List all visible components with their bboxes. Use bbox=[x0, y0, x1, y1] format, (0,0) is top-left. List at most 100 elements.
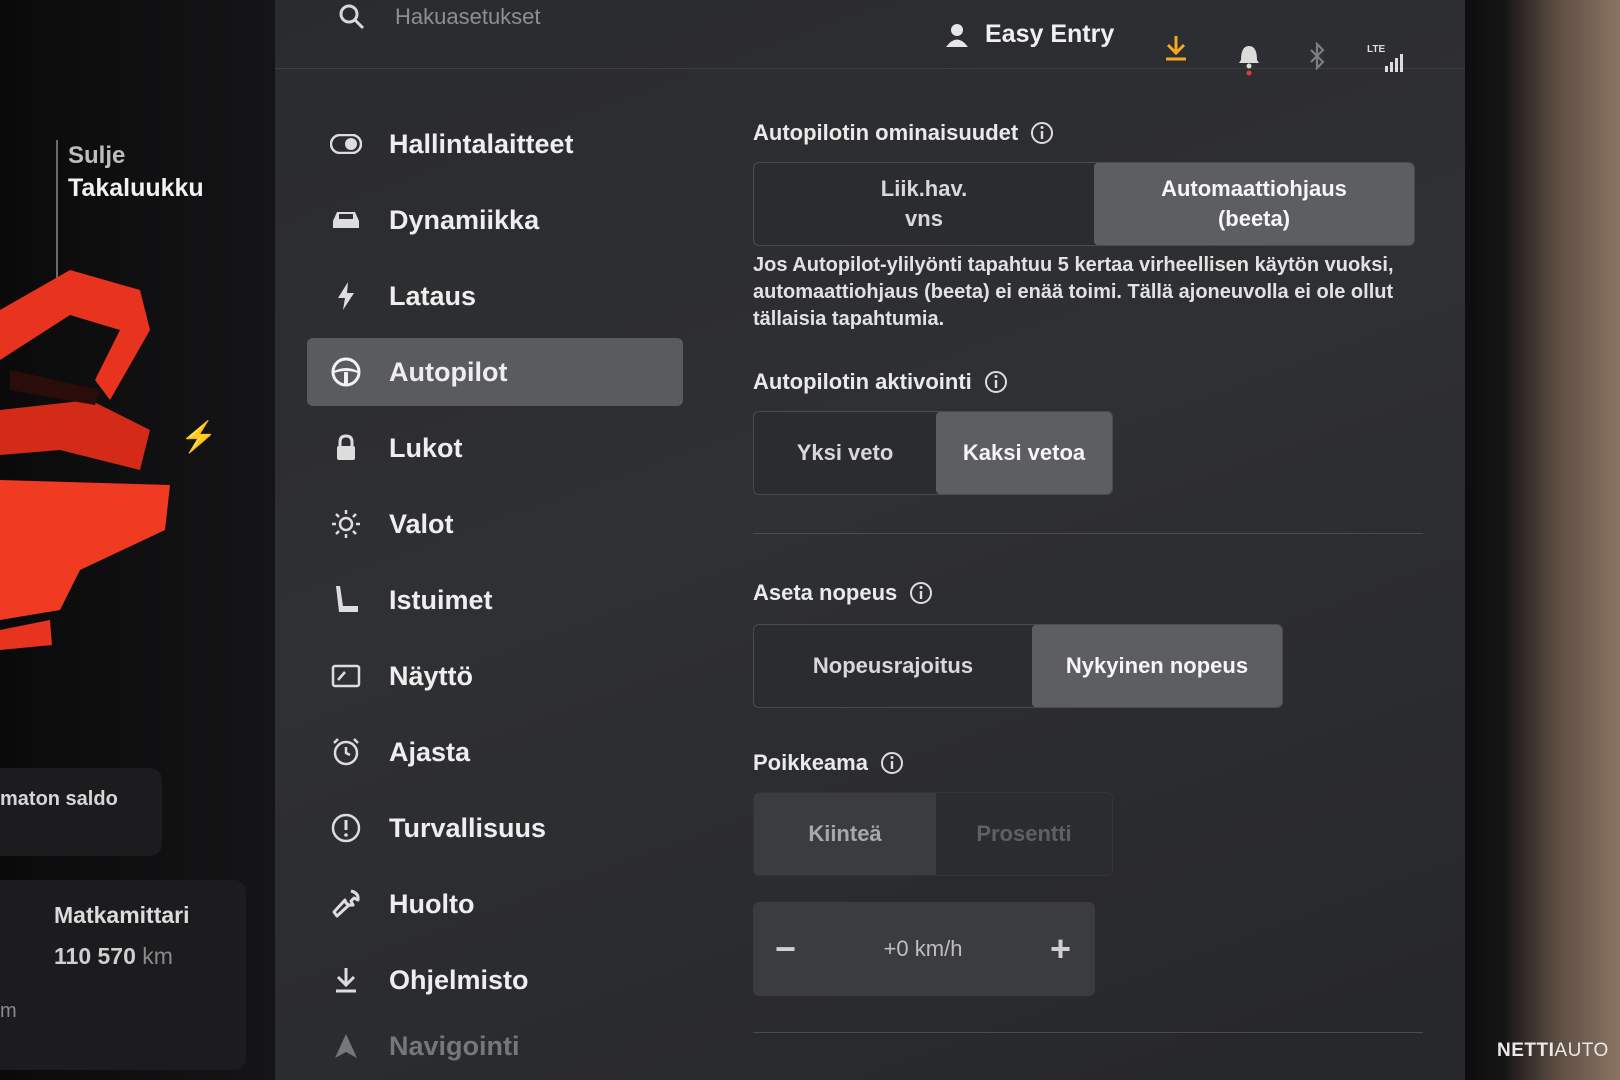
alarm-clock-icon bbox=[329, 735, 363, 769]
odometer-title: Matkamittari bbox=[54, 902, 190, 928]
sidebar-item-schedule[interactable]: Ajasta bbox=[307, 714, 687, 790]
sidebar-item-label: Ohjelmisto bbox=[389, 964, 529, 995]
watermark-logo: NETTIAUTO bbox=[1497, 1040, 1609, 1062]
offset-title: Poikkeama bbox=[753, 750, 868, 775]
search-icon[interactable] bbox=[337, 2, 367, 32]
search-input[interactable]: Hakuasetukset bbox=[395, 4, 541, 30]
display-icon bbox=[329, 659, 363, 693]
set-speed-title: Aseta nopeus bbox=[753, 580, 898, 605]
trip-unit-fragment: m bbox=[0, 1000, 17, 1022]
close-trunk-button[interactable]: Sulje Takaluukku bbox=[68, 140, 204, 204]
car-icon bbox=[329, 203, 363, 237]
percent-offset-option[interactable]: Prosentti bbox=[936, 793, 1112, 875]
alert-circle-icon bbox=[329, 811, 363, 845]
activation-title: Autopilotin aktivointi bbox=[753, 369, 972, 394]
info-icon[interactable] bbox=[909, 581, 933, 605]
option-label: vns bbox=[905, 206, 943, 231]
offset-stepper: − +0 km/h + bbox=[753, 902, 1095, 996]
sidebar-item-display[interactable]: Näyttö bbox=[307, 638, 687, 714]
sidebar-item-label: Turvallisuus bbox=[389, 812, 547, 843]
sidebar-item-charging[interactable]: Lataus bbox=[307, 258, 687, 334]
info-icon[interactable] bbox=[880, 751, 904, 775]
set-speed-section-title: Aseta nopeus bbox=[753, 580, 1453, 606]
increase-offset-button[interactable]: + bbox=[1050, 928, 1071, 970]
option-label: (beeta) bbox=[1217, 206, 1291, 231]
odometer-unit: km bbox=[142, 943, 173, 969]
seat-icon bbox=[329, 583, 363, 617]
bluetooth-icon[interactable] bbox=[1307, 42, 1327, 70]
option-label: Nykyinen nopeus bbox=[1065, 653, 1249, 678]
features-section-title: Autopilotin ominaisuudet bbox=[753, 120, 1453, 146]
current-speed-option[interactable]: Nykyinen nopeus bbox=[1032, 625, 1282, 707]
sidebar-item-lights[interactable]: Valot bbox=[307, 486, 687, 562]
charging-bolt-icon: ⚡ bbox=[180, 421, 218, 454]
sidebar-item-dynamics[interactable]: Dynamiikka bbox=[307, 182, 687, 258]
sidebar-item-software[interactable]: Ohjelmisto bbox=[307, 942, 687, 1018]
sidebar-item-label: Valot bbox=[389, 508, 454, 539]
screen-bezel bbox=[1465, 0, 1620, 1080]
sidebar-item-label: Istuimet bbox=[389, 584, 493, 615]
sidebar-item-label: Lukot bbox=[389, 432, 463, 463]
sidebar-item-controls[interactable]: Hallintalaitteet bbox=[307, 106, 687, 182]
bell-icon[interactable] bbox=[1237, 40, 1261, 76]
software-download-icon[interactable] bbox=[1163, 34, 1189, 62]
bolt-icon bbox=[329, 279, 363, 313]
sidebar-item-seats[interactable]: Istuimet bbox=[307, 562, 687, 638]
sidebar-item-label: Autopilot bbox=[389, 356, 508, 387]
navigation-icon bbox=[329, 1029, 363, 1063]
option-label: Prosentti bbox=[976, 821, 1072, 846]
option-label: Yksi veto bbox=[796, 440, 894, 465]
settings-sidebar: Hallintalaitteet Dynamiikka Lataus Autop… bbox=[307, 106, 687, 1074]
trunk-label: Takaluukku bbox=[68, 174, 204, 202]
features-title: Autopilotin ominaisuudet bbox=[753, 120, 1019, 145]
sidebar-item-label: Hallintalaitteet bbox=[389, 128, 574, 159]
car-3d-icon bbox=[0, 270, 170, 650]
traffic-aware-cruise-option[interactable]: Liik.hav. vns bbox=[754, 163, 1094, 245]
fixed-offset-option[interactable]: Kiinteä bbox=[754, 793, 936, 875]
speed-limit-option[interactable]: Nopeusrajoitus bbox=[754, 625, 1032, 707]
driver-profile[interactable]: Easy Entry bbox=[945, 20, 1114, 49]
sidebar-item-label: Navigointi bbox=[389, 1030, 520, 1061]
odometer-value-row: 110 570 km bbox=[54, 943, 173, 970]
offset-selector: Kiinteä Prosentti bbox=[753, 792, 1113, 876]
sidebar-item-service[interactable]: Huolto bbox=[307, 866, 687, 942]
sidebar-item-label: Näyttö bbox=[389, 660, 474, 691]
offset-value: +0 km/h bbox=[883, 936, 963, 961]
lock-icon bbox=[329, 431, 363, 465]
close-label: Sulje bbox=[68, 142, 126, 169]
profile-name: Easy Entry bbox=[985, 20, 1115, 48]
sidebar-item-label: Huolto bbox=[389, 888, 475, 919]
sidebar-item-autopilot[interactable]: Autopilot bbox=[307, 338, 683, 406]
activation-selector: Yksi veto Kaksi vetoa bbox=[753, 411, 1113, 495]
option-label: Nopeusrajoitus bbox=[812, 653, 974, 678]
steering-wheel-icon bbox=[329, 355, 363, 389]
settings-screen: Hakuasetukset Easy Entry LTE Hallintalai… bbox=[275, 0, 1465, 1080]
section-divider bbox=[753, 533, 1423, 534]
wrench-icon bbox=[329, 887, 363, 921]
decrease-offset-button[interactable]: − bbox=[775, 928, 796, 970]
autosteer-beta-option[interactable]: Automaattiohjaus (beeta) bbox=[1094, 163, 1414, 245]
autopilot-settings: Autopilotin ominaisuudet Liik.hav. vns A… bbox=[753, 120, 1453, 1033]
odometer-value: 110 570 bbox=[54, 943, 136, 969]
single-pull-option[interactable]: Yksi veto bbox=[754, 412, 936, 494]
autopilot-strike-warning: Jos Autopilot-ylilyönti tapahtuu 5 kerta… bbox=[753, 254, 1394, 330]
sidebar-item-navigation[interactable]: Navigointi bbox=[307, 1018, 687, 1074]
info-icon[interactable] bbox=[1030, 121, 1054, 145]
sidebar-item-label: Lataus bbox=[389, 280, 477, 311]
balance-label: maton saldo bbox=[0, 788, 118, 810]
option-label: Kaksi vetoa bbox=[962, 440, 1086, 465]
option-label: Liik.hav. bbox=[880, 176, 968, 201]
double-pull-option[interactable]: Kaksi vetoa bbox=[936, 412, 1112, 494]
info-icon[interactable] bbox=[984, 370, 1008, 394]
download-icon bbox=[329, 963, 363, 997]
sidebar-item-label: Dynamiikka bbox=[389, 204, 540, 235]
balance-card[interactable] bbox=[0, 768, 162, 856]
sidebar-item-locks[interactable]: Lukot bbox=[307, 410, 687, 486]
top-bar: Hakuasetukset Easy Entry LTE bbox=[275, 0, 1465, 76]
toggle-icon bbox=[329, 127, 363, 161]
set-speed-selector: Nopeusrajoitus Nykyinen nopeus bbox=[753, 624, 1283, 708]
offset-section-title: Poikkeama bbox=[753, 750, 1453, 776]
option-label: Automaattiohjaus bbox=[1161, 176, 1347, 201]
activation-section-title: Autopilotin aktivointi bbox=[753, 369, 1453, 395]
sidebar-item-safety[interactable]: Turvallisuus bbox=[307, 790, 687, 866]
